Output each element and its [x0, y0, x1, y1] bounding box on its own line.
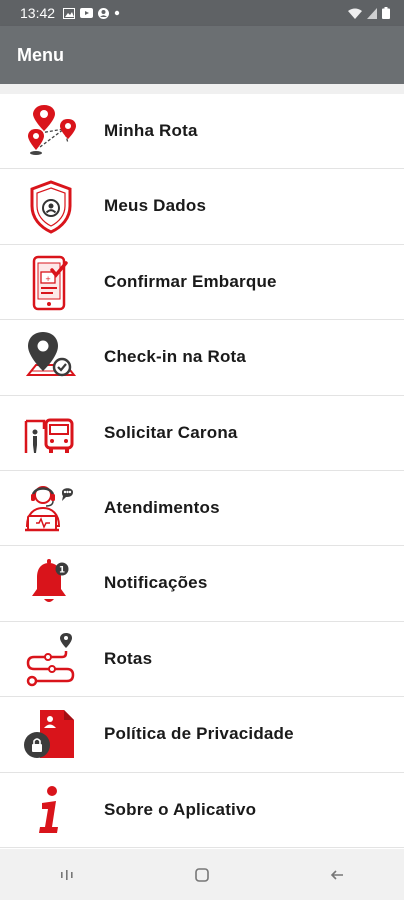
menu-item-minha-rota[interactable]: Minha Rota: [0, 94, 404, 170]
battery-icon: [382, 7, 390, 19]
youtube-icon: [80, 8, 94, 18]
menu-list: Minha Rota Meus Dados + Confirmar Embarq…: [0, 94, 404, 848]
menu-item-label: Solicitar Carona: [104, 422, 238, 442]
status-system-icons: [348, 7, 390, 19]
privacy-document-icon: [24, 710, 74, 759]
menu-item-rotas[interactable]: Rotas: [0, 621, 404, 698]
svg-text:1: 1: [59, 566, 65, 576]
menu-item-solicitar-carona[interactable]: Solicitar Carona: [0, 395, 404, 471]
shield-user-icon: [30, 180, 72, 235]
bell-icon: 1: [32, 559, 69, 603]
route-path-icon: [26, 632, 75, 686]
menu-item-notificacoes[interactable]: 1 Notificações: [0, 546, 404, 622]
status-bar: 13:42: [0, 0, 404, 26]
menu-item-label: Atendimentos: [104, 497, 220, 517]
content-top-spacer: [0, 84, 404, 94]
page-title: Menu: [17, 45, 64, 65]
phone-check-icon: +: [32, 255, 68, 311]
route-map-icon: [28, 105, 76, 155]
menu-item-label: Rotas: [104, 648, 153, 668]
home-button[interactable]: [182, 855, 222, 895]
account-icon: [98, 7, 110, 19]
menu-item-meus-dados[interactable]: Meus Dados: [0, 169, 404, 245]
menu-item-label: Check-in na Rota: [104, 347, 247, 367]
info-icon: [39, 785, 58, 833]
bus-stop-icon: [24, 418, 74, 453]
back-arrow-icon: [330, 869, 343, 880]
menu-item-label: Sobre o Aplicativo: [104, 799, 257, 819]
menu-item-label: Confirmar Embarque: [104, 271, 277, 291]
gallery-icon: [63, 7, 76, 19]
status-notification-icons: [63, 7, 120, 19]
menu-item-label: Notificações: [104, 573, 208, 593]
home-icon: [195, 867, 209, 882]
menu-item-label: Meus Dados: [104, 196, 207, 216]
system-navigation-bar: [0, 849, 404, 900]
status-time: 13:42: [20, 5, 56, 21]
menu-item-check-in-na-rota[interactable]: Check-in na Rota: [0, 320, 404, 396]
back-button[interactable]: [317, 855, 357, 895]
menu-item-label: Minha Rota: [104, 121, 198, 140]
map-pin-check-icon: [25, 332, 77, 377]
recent-apps-button[interactable]: [47, 855, 87, 895]
support-agent-icon: [25, 485, 73, 532]
app-bar: Menu: [0, 26, 404, 84]
menu-item-sobre-o-aplicativo[interactable]: Sobre o Aplicativo: [0, 772, 404, 848]
recent-apps-icon: [61, 869, 73, 880]
menu-item-label: Política de Privacidade: [104, 724, 294, 744]
svg-text:+: +: [45, 275, 51, 283]
dot-icon: [114, 10, 120, 16]
menu-item-confirmar-embarque[interactable]: + Confirmar Embarque: [0, 244, 404, 321]
menu-item-atendimentos[interactable]: Atendimentos: [0, 470, 404, 547]
wifi-icon: [348, 8, 362, 19]
signal-icon: [367, 7, 377, 19]
menu-item-politica-de-privacidade[interactable]: Política de Privacidade: [0, 697, 404, 773]
